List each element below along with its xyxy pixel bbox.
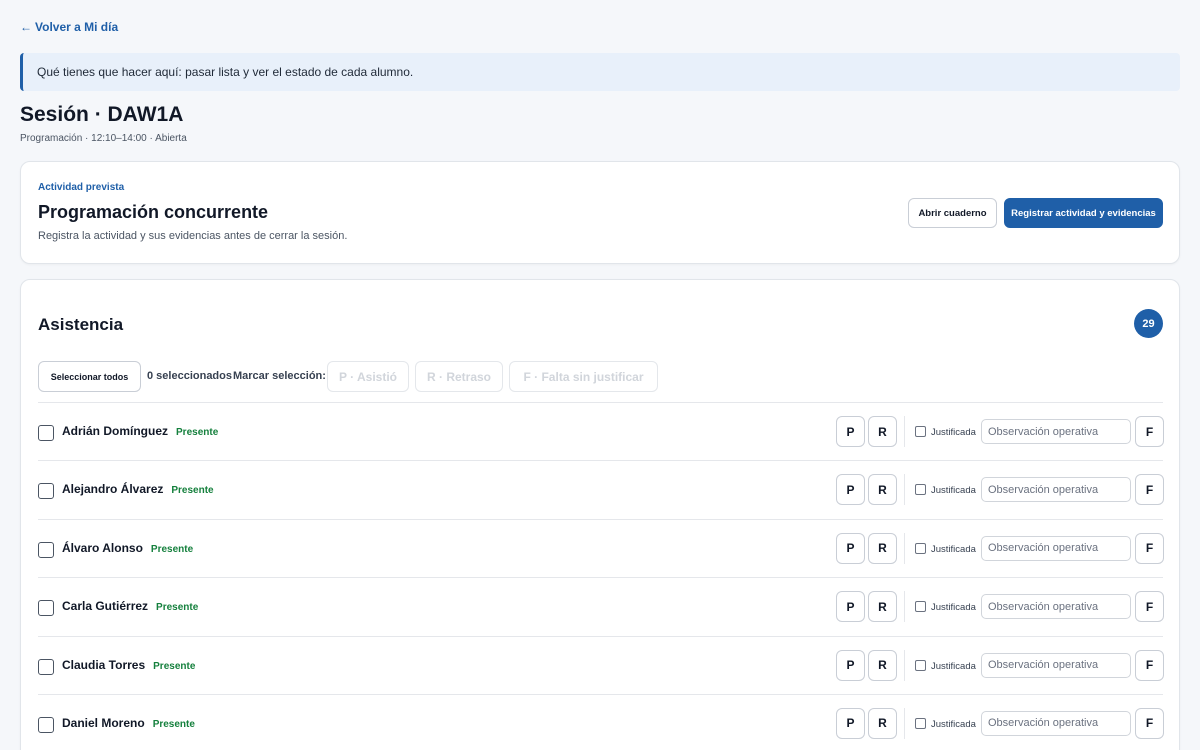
bulk-mark-absent-button[interactable]: F · Falta sin justificar [509,361,658,392]
bulk-mark-late-button[interactable]: R · Retraso [415,361,503,392]
session-meta: Programación · 12:10–14:00 · Abierta [20,133,187,144]
back-link-label: Volver a Mi día [35,20,119,34]
student-name-text: Claudia Torres [62,657,146,672]
student-name: Álvaro Alonso Presente [62,541,193,555]
attendance-title: Asistencia [38,315,124,334]
register-activity-button[interactable]: Registrar actividad y evidencias [1004,198,1163,228]
row-divider [904,532,905,564]
mark-absent-button[interactable]: F [1135,591,1164,623]
student-row: Carla Gutiérrez Presente P R Justificada … [38,578,1164,637]
mark-present-button[interactable]: P [836,416,865,447]
justified-label: Justificada [931,718,976,730]
mark-late-button[interactable]: R [868,707,897,739]
page-title: Sesión · DAW1A [20,103,184,126]
student-name: Adrián Domínguez Presente [62,424,218,438]
student-name: Claudia Torres Presente [62,658,195,672]
justified-label: Justificada [931,427,976,438]
session-page: ← Volver a Mi día Qué tienes que hacer aq… [0,0,1200,750]
open-notebook-button[interactable]: Abrir cuaderno [908,198,997,228]
mark-absent-button[interactable]: F [1135,532,1164,564]
student-select-checkbox[interactable] [38,425,54,441]
mark-absent-button[interactable]: F [1135,416,1164,447]
student-select-checkbox[interactable] [38,541,54,558]
row-divider [904,707,905,739]
justified-label: Justificada [931,543,976,555]
observation-input[interactable] [981,594,1131,620]
observation-input[interactable] [981,477,1131,503]
mark-late-button[interactable]: R [868,532,897,564]
justified-checkbox[interactable] [915,426,926,437]
student-name-text: Carla Gutiérrez [62,599,149,614]
mark-selection-label: Marcar selección: [233,370,326,382]
mark-absent-button[interactable]: F [1135,707,1164,739]
justified-label: Justificada [931,660,976,672]
student-row: Adrián Domínguez Presente P R Justificada… [38,403,1164,462]
activity-card: Actividad prevista Programación concurre… [20,161,1180,264]
justified-checkbox[interactable] [915,717,926,729]
student-status: Presente [152,718,195,730]
student-status: Presente [153,660,196,672]
student-status: Presente [150,543,194,555]
student-select-checkbox[interactable] [38,600,54,617]
student-select-checkbox[interactable] [38,716,54,733]
mark-absent-button[interactable]: F [1135,474,1164,506]
student-row: Álvaro Alonso Presente P R Justificada F [38,520,1164,579]
mark-present-button[interactable]: P [836,591,865,623]
student-status: Presente [171,485,214,497]
student-name: Alejandro Álvarez Presente [62,482,214,496]
mark-present-button[interactable]: P [836,474,865,506]
student-row: Daniel Moreno Presente P R Justificada F [38,695,1164,750]
student-select-checkbox[interactable] [38,658,54,675]
activity-eyebrow: Actividad prevista [38,182,125,193]
mark-present-button[interactable]: P [836,532,865,564]
student-name-text: Alejandro Álvarez [62,482,164,497]
mark-late-button[interactable]: R [868,416,897,447]
mark-absent-button[interactable]: F [1135,649,1164,681]
student-row: Alejandro Álvarez Presente P R Justificad… [38,461,1164,520]
student-name: Carla Gutiérrez Presente [62,599,198,613]
observation-input[interactable] [981,710,1131,736]
mark-late-button[interactable]: R [868,591,897,623]
select-all-button[interactable]: Seleccionar todos [38,361,141,392]
row-divider [904,591,905,623]
mark-present-button[interactable]: P [836,649,865,681]
activity-hint: Registra la actividad y sus evidencias a… [38,230,348,242]
info-banner: Qué tienes que hacer aquí: pasar lista y… [20,53,1180,91]
student-row: Claudia Torres Presente P R Justificada F [38,637,1164,695]
back-to-my-day-link[interactable]: ← Volver a Mi día [20,20,118,34]
row-divider [904,416,905,447]
student-status: Presente [156,602,199,614]
back-arrow-icon: ← [20,20,32,34]
row-divider [904,474,905,506]
info-banner-text: Qué tienes que hacer aquí: pasar lista y… [37,65,414,79]
justified-label: Justificada [931,602,976,614]
activity-title: Programación concurrente [38,202,269,222]
mark-late-button[interactable]: R [868,649,897,681]
mark-late-button[interactable]: R [868,474,897,506]
justified-checkbox[interactable] [915,659,926,671]
selected-count: 0 seleccionados [147,370,232,382]
student-list: Adrián Domínguez Presente P R Justificada… [38,403,1164,750]
student-count-badge: 29 [1134,309,1163,338]
justified-checkbox[interactable] [915,601,926,613]
student-name-text: Daniel Moreno [62,715,145,730]
row-divider [904,649,905,681]
student-name: Daniel Moreno Presente [62,716,195,730]
justified-label: Justificada [931,485,976,497]
student-name-text: Álvaro Alonso [62,540,143,555]
observation-input[interactable] [981,652,1131,678]
observation-input[interactable] [981,535,1131,561]
student-status: Presente [176,427,219,438]
mark-present-button[interactable]: P [836,707,865,739]
student-name-text: Adrián Domínguez [62,424,169,438]
bulk-toolbar: Seleccionar todos 0 seleccionados Marcar… [38,361,1163,392]
justified-checkbox[interactable] [915,542,926,554]
justified-checkbox[interactable] [915,484,926,496]
student-select-checkbox[interactable] [38,483,54,500]
bulk-mark-present-button[interactable]: P · Asistió [327,361,409,392]
observation-input[interactable] [981,419,1131,444]
attendance-card: Asistencia 29 Seleccionar todos 0 selecc… [20,279,1180,750]
